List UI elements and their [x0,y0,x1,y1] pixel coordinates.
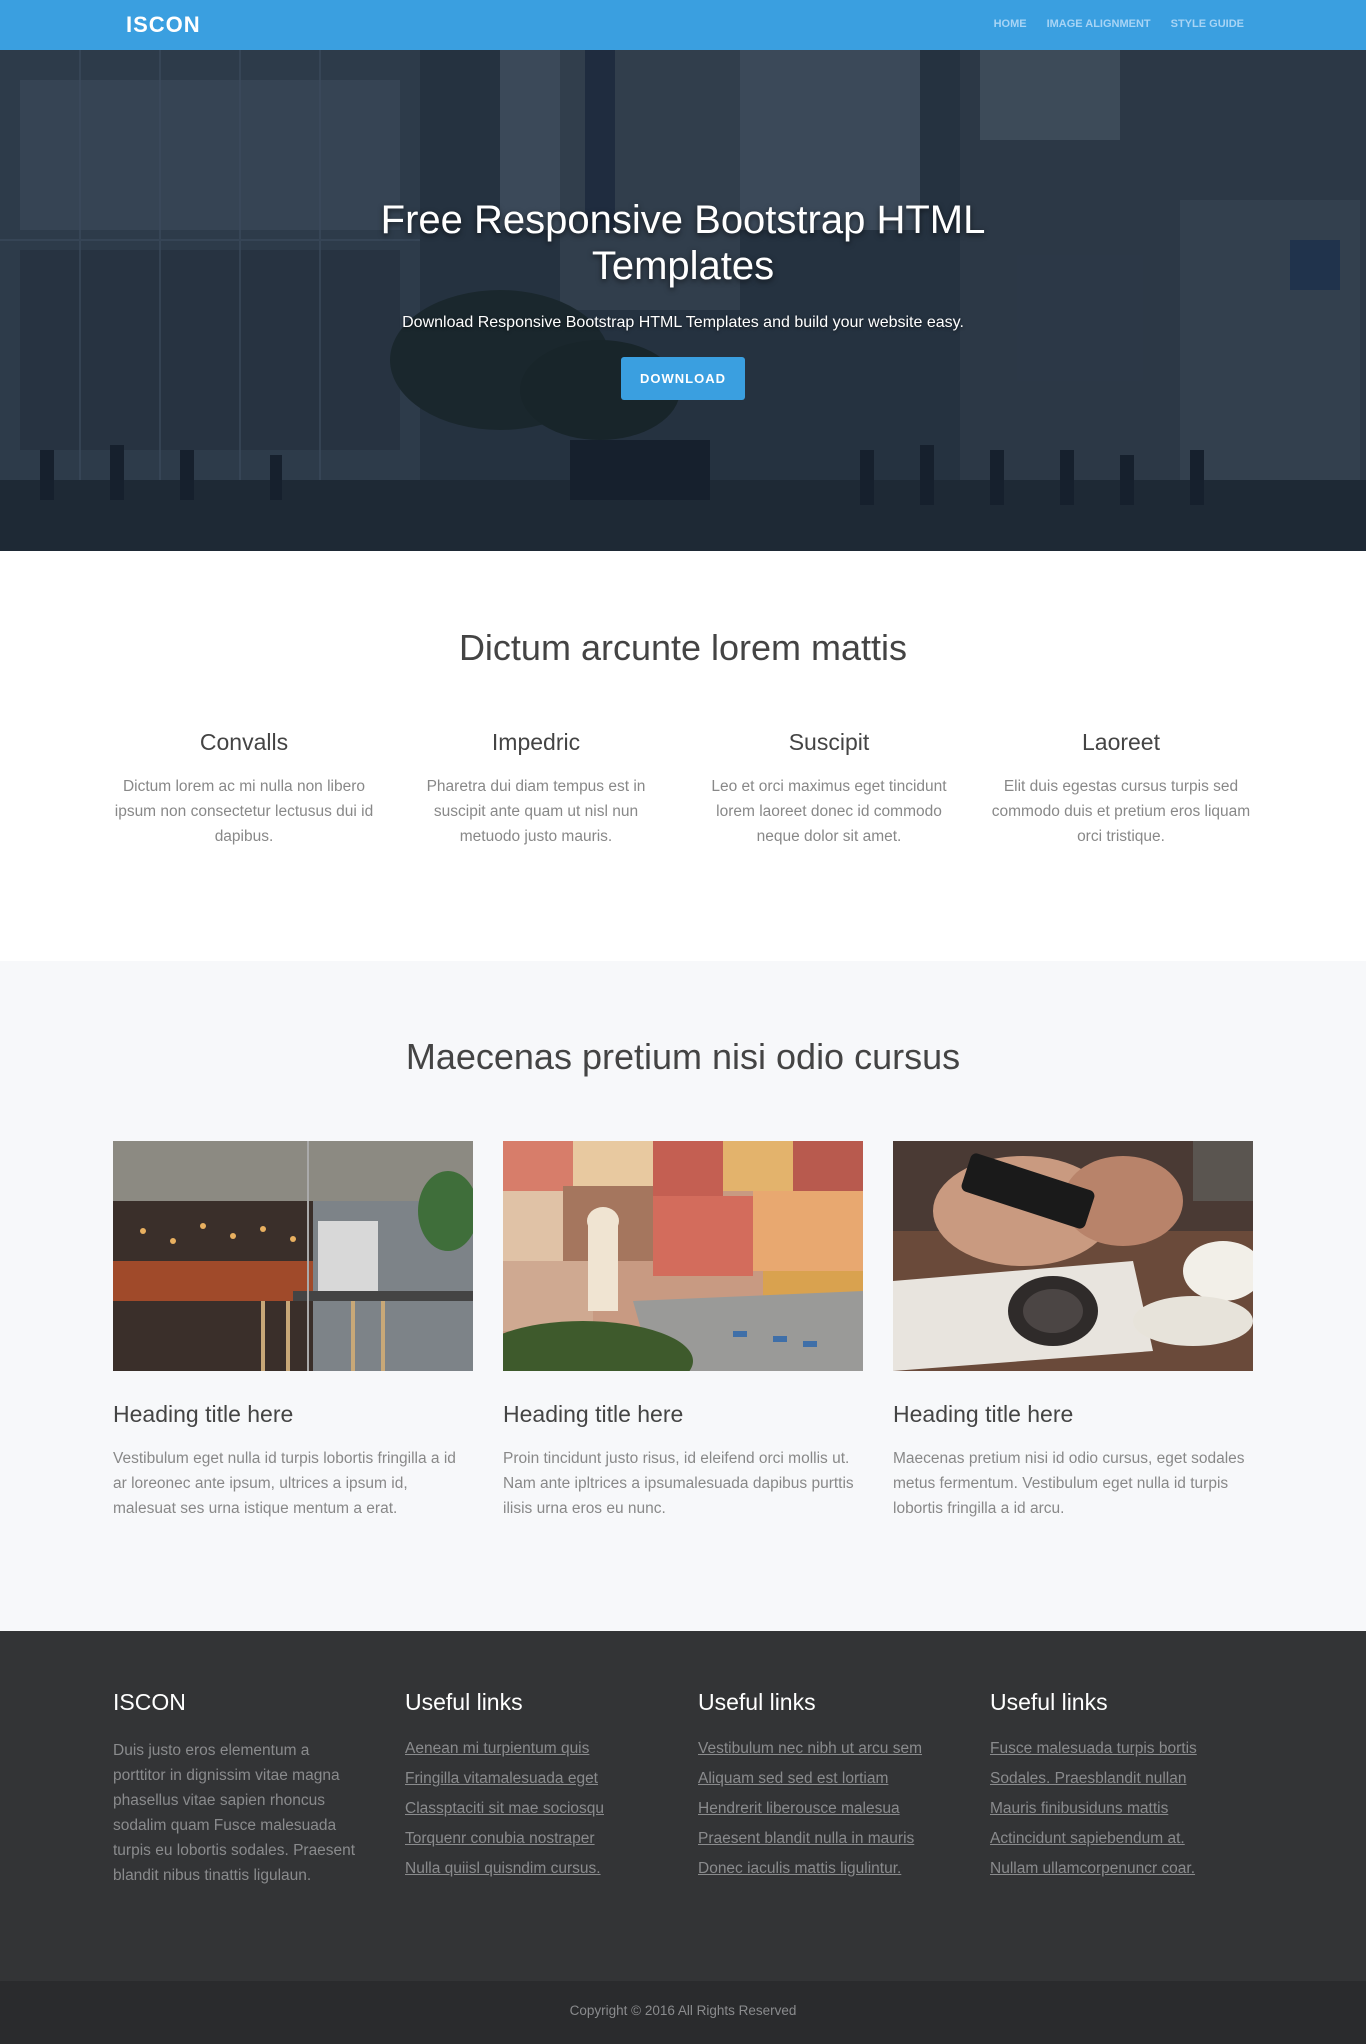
footer-links-column: Useful links Fusce malesuada turpis bort… [990,1689,1240,1888]
hero-title: Free Responsive Bootstrap HTML Templates [380,198,986,288]
card-image-phone[interactable] [893,1141,1253,1371]
features-title: Dictum arcunte lorem mattis [458,627,908,668]
footer-link[interactable]: Sodales. Praesblandit nullan [990,1770,1186,1787]
feature-item: Suscipit Leo et orci maximus eget tincid… [698,729,960,849]
footer-link[interactable]: Nullam ullamcorpenuncr coar. [990,1860,1195,1877]
feature-heading: Convalls [199,729,289,755]
footer-link[interactable]: Vestibulum nec nibh ut arcu sem [698,1740,922,1757]
feature-item: Convalls Dictum lorem ac mi nulla non li… [113,729,375,849]
footer: ISCON Duis justo eros elementum a portti… [0,1631,1366,1981]
footer-link[interactable]: Torquenr conubia nostraper [405,1830,595,1847]
footer-link[interactable]: Mauris finibusiduns mattis [990,1800,1168,1817]
nav-link-home[interactable]: HOME [994,18,1027,30]
card-image-cafe[interactable] [113,1141,473,1371]
brand-logo[interactable]: ISCON [126,12,201,38]
top-navbar: ISCON HOME IMAGE ALIGNMENT STYLE GUIDE [0,0,1366,50]
copyright-bar: Copyright © 2016 All Rights Reserved [0,1981,1366,2044]
footer-link[interactable]: Aenean mi turpientum quis [405,1740,589,1757]
card-image-town[interactable] [503,1141,863,1371]
footer-column-heading: Useful links [990,1689,1108,1715]
cards-title: Maecenas pretium nisi odio cursus [405,1036,961,1077]
main-nav: HOME IMAGE ALIGNMENT STYLE GUIDE [994,18,1244,30]
cards-section: Maecenas pretium nisi odio cursus Headin… [0,961,1366,1631]
features-section: Dictum arcunte lorem mattis Convalls Dic… [0,551,1366,961]
footer-column-heading: Useful links [405,1689,523,1715]
card-text: Maecenas pretium nisi id odio cursus, eg… [893,1450,1245,1517]
footer-link[interactable]: Actincidunt sapiebendum at. [990,1830,1185,1847]
download-button[interactable]: DOWNLOAD [621,357,745,400]
footer-link[interactable]: Fusce malesuada turpis bortis [990,1740,1197,1757]
feature-text: Leo et orci maximus eget tincidunt lorem… [711,778,947,845]
footer-about-text: Duis justo eros elementum a porttitor in… [113,1742,356,1884]
card-text: Vestibulum eget nulla id turpis lobortis… [113,1450,456,1517]
card-heading: Heading title here [893,1401,1074,1427]
feature-heading: Impedric [491,729,581,755]
nav-link-style-guide[interactable]: STYLE GUIDE [1171,18,1244,30]
footer-link[interactable]: Fringilla vitamalesuada eget [405,1770,598,1787]
card-text: Proin tincidunt justo risus, id eleifend… [503,1450,854,1517]
footer-link[interactable]: Praesent blandit nulla in mauris [698,1830,914,1847]
footer-brand: ISCON [113,1689,186,1715]
feature-text: Dictum lorem ac mi nulla non libero ipsu… [114,778,374,845]
footer-links-column: Useful links Vestibulum nec nibh ut arcu… [698,1689,948,1888]
footer-link[interactable]: Donec iaculis mattis ligulintur. [698,1860,901,1877]
nav-link-image-alignment[interactable]: IMAGE ALIGNMENT [1047,18,1151,30]
feature-item: Laoreet Elit duis egestas cursus turpis … [990,729,1252,849]
copyright-text: Copyright © 2016 All Rights Reserved [569,2003,797,2018]
feature-text: Elit duis egestas cursus turpis sed comm… [991,778,1251,845]
card: Heading title here Vestibulum eget nulla… [113,1141,473,1521]
card-heading: Heading title here [503,1401,684,1427]
feature-heading: Laoreet [1081,729,1160,755]
footer-column-heading: Useful links [698,1689,816,1715]
hero-subtitle: Download Responsive Bootstrap HTML Templ… [402,314,964,331]
feature-text: Pharetra dui diam tempus est in suscipit… [426,778,646,845]
footer-link[interactable]: Nulla quiisl quisndim cursus. [405,1860,601,1877]
footer-links-column: Useful links Aenean mi turpientum quis F… [405,1689,655,1888]
hero-banner: Free Responsive Bootstrap HTML Templates… [0,50,1366,551]
feature-heading: Suscipit [788,729,870,755]
footer-link[interactable]: Hendrerit liberousce malesua [698,1800,900,1817]
footer-link[interactable]: Classptaciti sit mae sociosqu [405,1800,604,1817]
feature-item: Impedric Pharetra dui diam tempus est in… [405,729,667,849]
footer-link[interactable]: Aliquam sed sed est lortiam [698,1770,888,1787]
card: Heading title here Proin tincidunt justo… [503,1141,863,1521]
footer-about: ISCON Duis justo eros elementum a portti… [113,1689,363,1888]
card-heading: Heading title here [113,1401,294,1427]
card: Heading title here Maecenas pretium nisi… [893,1141,1253,1521]
